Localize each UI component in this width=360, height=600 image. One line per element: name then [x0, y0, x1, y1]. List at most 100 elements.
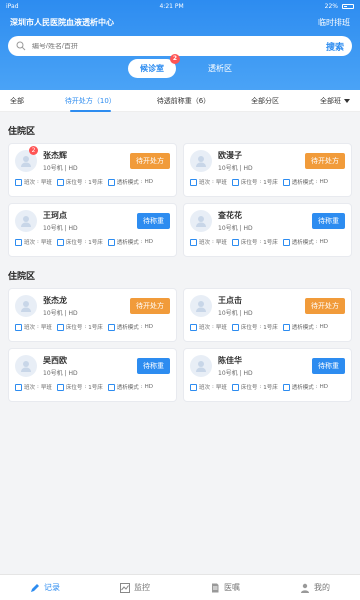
tab-pending-prescription[interactable]: 待开处方（10） — [65, 96, 116, 112]
patient-name: 张杰辉 — [43, 151, 67, 160]
pending-weigh-button[interactable]: 待称重 — [137, 358, 170, 374]
pending-weigh-button[interactable]: 待称重 — [137, 213, 170, 229]
patient-name: 王珂点 — [43, 211, 67, 220]
patient-card[interactable]: 陈佳华 10号机 | HD 待称重 班次: 早班 床位号:1号床 透析模式: HD — [183, 348, 352, 402]
mode-icon — [107, 383, 115, 391]
calendar-icon — [15, 383, 22, 391]
document-icon — [212, 583, 219, 592]
section-title: 住院区 — [8, 272, 36, 282]
section-title: 住院区 — [8, 127, 36, 137]
patient-name: 吴西欧 — [43, 356, 67, 365]
nav-orders-label: 医嘱 — [224, 583, 240, 592]
mode-icon — [107, 238, 115, 246]
filter-tabs: 全部 待开处方（10） 待透前称重（6） 全部分区 全部班 — [0, 90, 360, 112]
calendar-icon — [190, 178, 197, 186]
title-row: 深圳市人民医院血液透析中心 临时排班 — [0, 12, 360, 32]
battery-icon — [341, 3, 354, 9]
user-avatar-icon — [21, 216, 31, 227]
avatar — [190, 355, 212, 377]
user-icon — [301, 583, 309, 593]
nav-monitor[interactable]: 监控 — [120, 582, 150, 593]
patient-name: 王点击 — [218, 296, 242, 305]
search-icon — [16, 41, 26, 51]
bed-icon — [231, 238, 239, 246]
tab-all-shifts[interactable]: 全部班 — [320, 96, 350, 106]
pending-weigh-button[interactable]: 待称重 — [312, 213, 345, 229]
patient-name: 欧漫子 — [218, 151, 242, 160]
header: iPad 4:21 PM 22% 深圳市人民医院血液透析中心 临时排班 搜索 候… — [0, 0, 360, 90]
temporary-schedule-button[interactable]: 临时排班 — [318, 17, 350, 28]
bottom-nav: 记录 监控 医嘱 我的 — [0, 574, 360, 600]
search-button[interactable]: 搜索 — [326, 40, 344, 53]
user-avatar-icon — [196, 361, 206, 372]
section-2: 住院区 张杰龙 10号机 | HD 待开处方 班次: 早班 床位号:1号床 透析模… — [0, 257, 360, 402]
calendar-icon — [190, 383, 197, 391]
nav-orders[interactable]: 医嘱 — [210, 582, 240, 593]
machine-info: 10号机 | HD — [43, 225, 78, 232]
user-avatar-icon — [196, 156, 206, 167]
machine-info: 10号机 | HD — [218, 225, 253, 232]
user-avatar-icon — [21, 361, 31, 372]
calendar-icon — [15, 323, 22, 331]
bed-icon — [231, 383, 239, 391]
avatar — [15, 355, 37, 377]
patient-card[interactable]: 张杰龙 10号机 | HD 待开处方 班次: 早班 床位号:1号床 透析模式: HD — [8, 288, 177, 342]
bed-icon — [231, 178, 239, 186]
carrier: iPad — [6, 2, 19, 10]
calendar-icon — [15, 178, 22, 186]
bed-icon — [231, 323, 239, 331]
patient-card[interactable]: 2 张杰辉 10号机 | HD 待开处方 班次: 早班 床位号:1号床 透析模式:… — [8, 143, 177, 197]
status-bar: iPad 4:21 PM 22% — [0, 0, 360, 12]
app-title: 深圳市人民医院血液透析中心 — [10, 17, 114, 27]
pending-prescription-button[interactable]: 待开处方 — [130, 153, 170, 169]
segment-waiting-room[interactable]: 候诊室 2 — [128, 53, 180, 78]
waiting-room-badge: 2 — [170, 53, 180, 64]
chart-icon — [120, 582, 130, 593]
patient-card[interactable]: 查花花 10号机 | HD 待称重 班次: 早班 床位号:1号床 透析模式: HD — [183, 203, 352, 257]
bed-icon — [56, 238, 64, 246]
search-input[interactable] — [32, 42, 326, 50]
search-bar: 搜索 — [8, 36, 352, 56]
mode-icon — [282, 178, 290, 186]
nav-mine[interactable]: 我的 — [300, 582, 330, 593]
segment-dialysis-area[interactable]: 透析区 — [208, 63, 232, 74]
machine-info: 10号机 | HD — [218, 165, 253, 172]
avatar — [190, 150, 212, 172]
avatar — [15, 210, 37, 232]
tab-all[interactable]: 全部 — [10, 96, 24, 106]
user-avatar-icon — [21, 156, 31, 167]
battery-percent: 22% — [324, 2, 338, 10]
pending-prescription-button[interactable]: 待开处方 — [130, 298, 170, 314]
patient-name: 查花花 — [218, 211, 242, 220]
section-1: 住院区 2 张杰辉 10号机 | HD 待开处方 班次: 早班 床位号:1号床 透… — [0, 112, 360, 257]
tab-pending-weigh[interactable]: 待透前称重（6） — [157, 96, 210, 106]
patient-card[interactable]: 吴西欧 10号机 | HD 待称重 班次: 早班 床位号:1号床 透析模式: HD — [8, 348, 177, 402]
mode-icon — [282, 323, 290, 331]
bed-icon — [56, 323, 64, 331]
patient-card[interactable]: 欧漫子 10号机 | HD 待开处方 班次: 早班 床位号:1号床 透析模式: HD — [183, 143, 352, 197]
mode-icon — [107, 323, 115, 331]
avatar — [15, 295, 37, 317]
nav-monitor-label: 监控 — [134, 583, 150, 592]
machine-info: 10号机 | HD — [43, 165, 78, 172]
pending-weigh-button[interactable]: 待称重 — [312, 358, 345, 374]
nav-records[interactable]: 记录 — [30, 582, 60, 593]
pending-prescription-button[interactable]: 待开处方 — [305, 153, 345, 169]
pending-prescription-button[interactable]: 待开处方 — [305, 298, 345, 314]
mode-icon — [282, 383, 290, 391]
tab-all-zones[interactable]: 全部分区 — [251, 96, 279, 106]
avatar — [190, 295, 212, 317]
machine-info: 10号机 | HD — [43, 370, 78, 377]
machine-info: 10号机 | HD — [218, 370, 253, 377]
calendar-icon — [190, 238, 197, 246]
nav-records-label: 记录 — [44, 583, 60, 592]
nav-mine-label: 我的 — [314, 583, 330, 592]
patient-badge: 2 — [29, 146, 38, 155]
avatar — [190, 210, 212, 232]
user-avatar-icon — [21, 301, 31, 312]
bed-icon — [56, 383, 64, 391]
mode-icon — [107, 178, 115, 186]
patient-card[interactable]: 王珂点 10号机 | HD 待称重 班次: 早班 床位号:1号床 透析模式: HD — [8, 203, 177, 257]
patient-card[interactable]: 王点击 10号机 | HD 待开处方 班次: 早班 床位号:1号床 透析模式: HD — [183, 288, 352, 342]
mode-icon — [282, 238, 290, 246]
